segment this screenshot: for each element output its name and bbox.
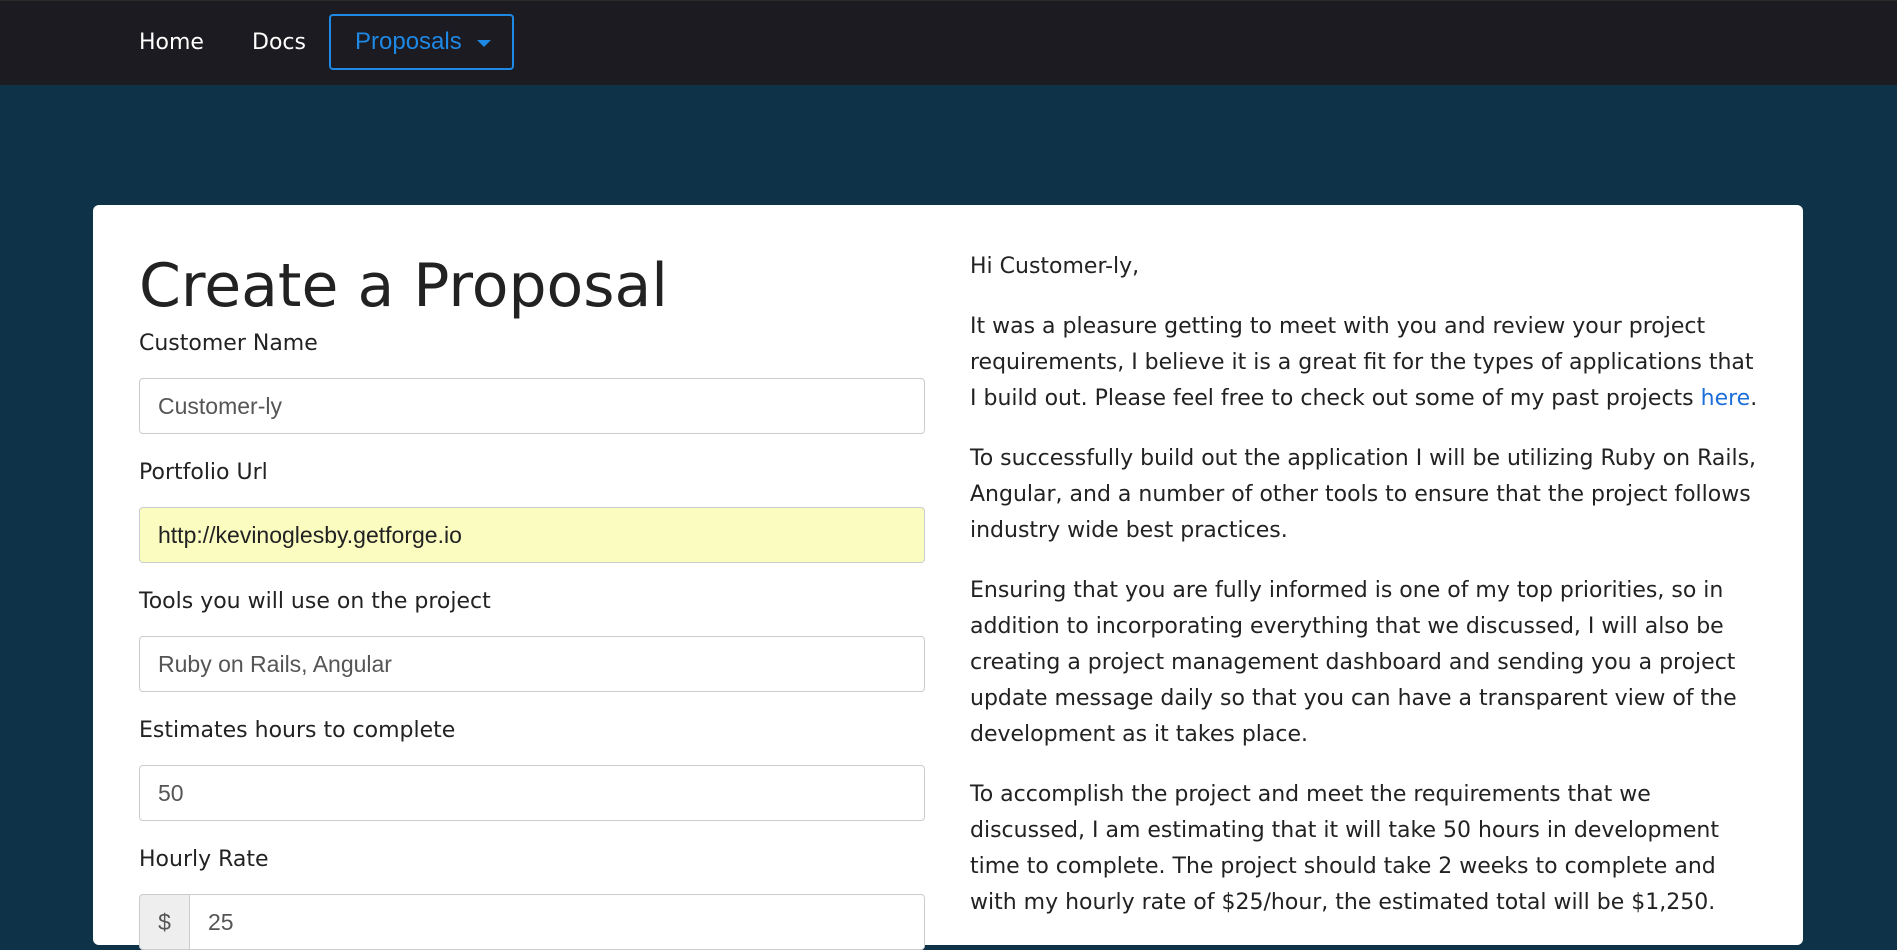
customer-name-label: Customer Name [139, 331, 318, 356]
hourly-rate-input[interactable]: 25 [189, 894, 925, 950]
top-navbar: Home Docs Proposals [0, 0, 1897, 85]
preview-paragraph-intro: It was a pleasure getting to meet with y… [970, 309, 1760, 417]
portfolio-link[interactable]: here [1701, 386, 1751, 411]
portfolio-url-input[interactable]: http://kevinoglesby.getforge.io [139, 507, 925, 563]
currency-addon: $ [139, 894, 190, 950]
preview-intro-text: It was a pleasure getting to meet with y… [970, 314, 1754, 411]
portfolio-url-label: Portfolio Url [139, 460, 268, 485]
preview-paragraph-estimate: To accomplish the project and meet the r… [970, 782, 1719, 915]
proposal-card: Create a Proposal Customer Name Customer… [93, 205, 1803, 950]
preview-paragraph-tools: To successfully build out the applicatio… [970, 446, 1757, 543]
proposals-dropdown-label: Proposals [355, 28, 462, 55]
tools-input[interactable]: Ruby on Rails, Angular [139, 636, 925, 692]
hours-label: Estimates hours to complete [139, 718, 456, 743]
caret-down-icon [477, 40, 491, 47]
nav-docs-link[interactable]: Docs [252, 15, 306, 71]
customer-name-input[interactable]: Customer-ly [139, 378, 925, 434]
tools-label: Tools you will use on the project [139, 589, 491, 614]
proposal-preview: Hi Customer-ly, It was a pleasure gettin… [970, 249, 1760, 945]
preview-intro-end: . [1750, 386, 1758, 411]
proposals-dropdown[interactable]: Proposals [329, 14, 514, 70]
preview-greeting: Hi Customer-ly, [970, 254, 1140, 279]
nav-home-link[interactable]: Home [139, 15, 204, 71]
page-title: Create a Proposal [139, 251, 668, 321]
hours-input[interactable]: 50 [139, 765, 925, 821]
preview-paragraph-dashboard: Ensuring that you are fully informed is … [970, 578, 1737, 747]
hourly-rate-group: $ 25 [139, 894, 925, 950]
hourly-rate-label: Hourly Rate [139, 847, 269, 872]
